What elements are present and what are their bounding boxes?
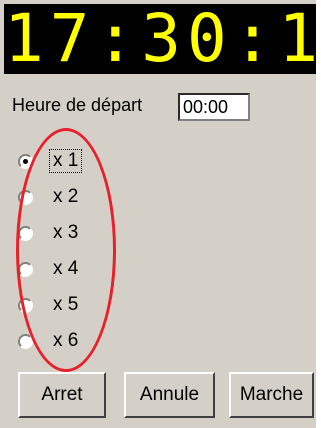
radio-button-icon[interactable] bbox=[18, 225, 33, 241]
radio-button-icon[interactable] bbox=[18, 333, 33, 349]
speed-option-x6[interactable]: x 6 bbox=[18, 326, 81, 356]
radio-button-icon[interactable] bbox=[18, 261, 33, 277]
clock-display: 17:30:19 bbox=[4, 4, 316, 74]
radio-button-icon[interactable] bbox=[18, 153, 33, 169]
speed-option-x2[interactable]: x 2 bbox=[18, 182, 81, 212]
clock-window: 17:30:19 Heure de départ x 1 x 2 x 3 x 4… bbox=[0, 0, 321, 428]
stop-button[interactable]: Arret bbox=[18, 372, 106, 418]
radio-button-icon[interactable] bbox=[18, 297, 33, 313]
speed-option-label: x 6 bbox=[53, 330, 79, 351]
start-button[interactable]: Marche bbox=[229, 372, 314, 418]
speed-option-x5[interactable]: x 5 bbox=[18, 290, 81, 320]
speed-option-x3[interactable]: x 3 bbox=[18, 218, 81, 248]
start-time-label: Heure de départ bbox=[12, 95, 143, 115]
start-time-input[interactable] bbox=[178, 93, 250, 121]
speed-option-label: x 1 bbox=[48, 149, 83, 173]
cancel-button[interactable]: Annule bbox=[124, 372, 215, 418]
speed-option-label: x 3 bbox=[53, 222, 79, 243]
control-panel: 17:30:19 Heure de départ x 1 x 2 x 3 x 4… bbox=[0, 0, 316, 428]
radio-button-icon[interactable] bbox=[18, 189, 33, 205]
speed-option-label: x 4 bbox=[53, 258, 79, 279]
speed-option-x1[interactable]: x 1 bbox=[18, 146, 83, 176]
speed-option-label: x 2 bbox=[53, 186, 79, 207]
speed-option-label: x 5 bbox=[53, 294, 79, 315]
speed-option-x4[interactable]: x 4 bbox=[18, 254, 81, 284]
